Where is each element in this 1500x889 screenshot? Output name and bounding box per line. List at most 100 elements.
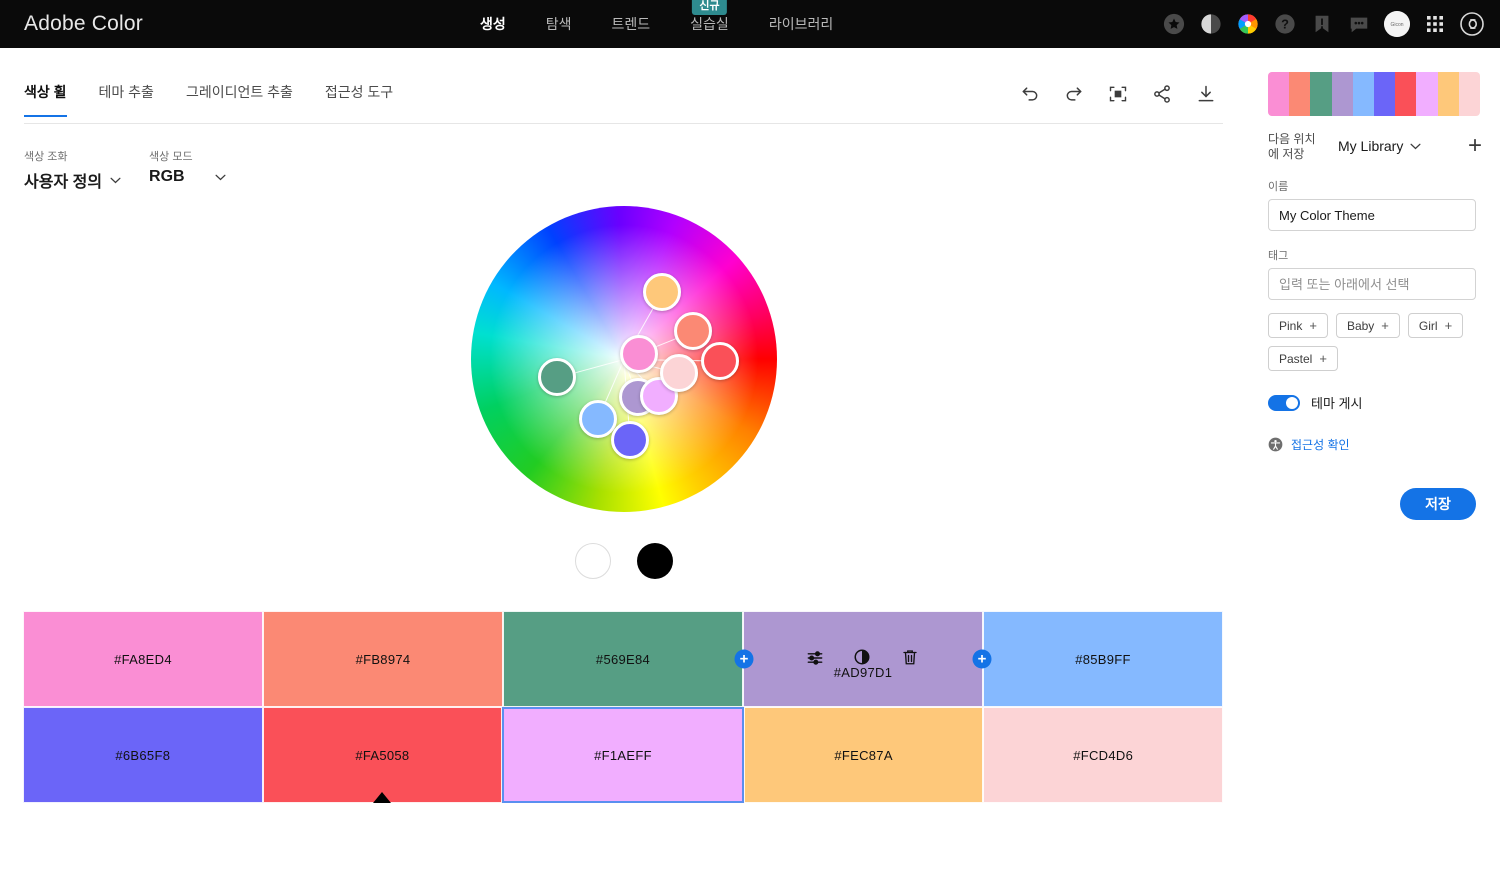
publish-theme-row: 테마 게시 bbox=[1268, 393, 1482, 412]
redo-icon[interactable] bbox=[1062, 82, 1086, 106]
accessibility-check-link[interactable]: 접근성 확인 bbox=[1268, 436, 1482, 453]
notification-icon[interactable] bbox=[1310, 12, 1334, 36]
save-to-line2: 에 저장 bbox=[1268, 147, 1305, 161]
harmony-value: 사용자 정의 bbox=[24, 174, 103, 191]
save-button[interactable]: 저장 bbox=[1400, 488, 1476, 520]
swatch-row-2: #6B65F8 #FA5058 #F1AEFF #FEC87A #FCD4D6 bbox=[23, 707, 1223, 803]
tag-suggestions: Pink + Baby + Girl + Pastel + bbox=[1268, 313, 1480, 371]
color-swatch[interactable]: #FB8974 bbox=[263, 611, 503, 707]
strip-color bbox=[1331, 72, 1353, 116]
nav-label: 실습실 bbox=[690, 16, 729, 32]
active-swatch-marker bbox=[373, 792, 392, 803]
tags-label: 태그 bbox=[1268, 250, 1289, 262]
swatch-grid: #FA8ED4 #FB8974 #569E84 + + #AD97D1 #85B9FF #6… bbox=[23, 611, 1223, 803]
fullscreen-icon[interactable] bbox=[1106, 82, 1130, 106]
color-swatch[interactable]: #FA8ED4 bbox=[23, 611, 263, 707]
delete-icon[interactable] bbox=[901, 648, 921, 668]
accessibility-check-text: 접근성 확인 bbox=[1291, 438, 1350, 452]
theme-name-input[interactable] bbox=[1268, 199, 1476, 231]
tag-label: Baby bbox=[1346, 318, 1375, 333]
strip-color bbox=[1352, 72, 1375, 116]
strip-color bbox=[1437, 72, 1459, 116]
add-library-button[interactable]: + bbox=[1468, 134, 1482, 158]
publish-theme-toggle[interactable] bbox=[1268, 394, 1300, 411]
color-swatch[interactable]: #FEC87A bbox=[743, 707, 984, 803]
swatch-hex-label: #FB8974 bbox=[355, 651, 411, 667]
wheel-handle-fec87a[interactable] bbox=[643, 272, 682, 311]
wheel-handle-fcd4d6[interactable] bbox=[660, 353, 699, 392]
header-divider bbox=[24, 123, 1223, 124]
share-icon[interactable] bbox=[1150, 82, 1174, 106]
swatch-actions bbox=[744, 648, 982, 668]
mode-value: RGB bbox=[149, 168, 185, 185]
add-swatch-button-left[interactable]: + bbox=[734, 649, 754, 669]
editor-tools bbox=[1018, 82, 1218, 106]
color-wheel[interactable] bbox=[471, 206, 777, 512]
wheel-handle-569e84[interactable] bbox=[537, 358, 576, 397]
avatar[interactable]: Gicon bbox=[1384, 11, 1410, 37]
harmony-label: 색상 조화 bbox=[24, 151, 68, 163]
color-swatch[interactable]: #FA5058 bbox=[262, 707, 503, 803]
tab-accessibility-tools[interactable]: 접근성 도구 bbox=[325, 82, 393, 117]
undo-icon[interactable] bbox=[1018, 82, 1042, 106]
tab-extract-gradient[interactable]: 그레이디언트 추출 bbox=[186, 82, 293, 117]
tab-extract-theme[interactable]: 테마 추출 bbox=[99, 82, 154, 117]
main-navigation: 생성 탐색 트렌드 신규 실습실 라이브러리 bbox=[480, 0, 833, 48]
library-select[interactable]: My Library bbox=[1338, 138, 1421, 154]
library-name: My Library bbox=[1338, 138, 1404, 154]
nav-item-trends[interactable]: 트렌드 bbox=[612, 14, 651, 34]
wheel-handle-fa8ed4[interactable] bbox=[620, 335, 659, 374]
strip-color bbox=[1310, 72, 1332, 116]
creative-cloud-icon[interactable] bbox=[1460, 12, 1484, 36]
wheel-handle-85b9ff[interactable] bbox=[578, 399, 617, 438]
color-wheel-icon[interactable] bbox=[1236, 12, 1260, 36]
contrast-icon[interactable] bbox=[1199, 12, 1223, 36]
wheel-controls: 색상 조화 사용자 정의 색상 모드 RGB bbox=[24, 148, 226, 192]
nav-label: 라이브러리 bbox=[768, 16, 834, 32]
tag-chip[interactable]: Pastel + bbox=[1268, 346, 1338, 371]
white-base-swatch[interactable] bbox=[575, 543, 611, 579]
harmony-select-block: 색상 조화 사용자 정의 bbox=[24, 148, 121, 192]
color-swatch[interactable]: #569E84 bbox=[503, 611, 743, 707]
contrast-icon[interactable] bbox=[853, 648, 873, 668]
color-swatch[interactable]: #85B9FF bbox=[983, 611, 1223, 707]
nav-item-library[interactable]: 라이브러리 bbox=[769, 14, 833, 34]
nav-item-explore[interactable]: 탐색 bbox=[546, 14, 572, 34]
color-swatch[interactable]: #FCD4D6 bbox=[983, 707, 1223, 803]
swatch-hex-label: #F1AEFF bbox=[594, 747, 652, 763]
add-swatch-button-right[interactable]: + bbox=[972, 649, 992, 669]
tag-chip[interactable]: Baby + bbox=[1335, 313, 1400, 338]
wheel-handle-fa5058[interactable] bbox=[701, 341, 740, 380]
tag-chip[interactable]: Pink + bbox=[1268, 313, 1328, 338]
accessibility-icon bbox=[1268, 437, 1283, 452]
publish-theme-label: 테마 게시 bbox=[1311, 396, 1363, 411]
tags-input[interactable] bbox=[1268, 268, 1476, 300]
nav-item-labs[interactable]: 신규 실습실 bbox=[690, 0, 729, 34]
chat-icon[interactable] bbox=[1347, 12, 1371, 36]
help-icon[interactable]: ? bbox=[1273, 12, 1297, 36]
swatch-hex-label: #85B9FF bbox=[1075, 651, 1131, 667]
wheel-handle-6b65f8[interactable] bbox=[611, 421, 650, 460]
tag-add-icon: + bbox=[1444, 318, 1453, 333]
theme-preview-strip bbox=[1268, 72, 1480, 116]
harmony-select[interactable]: 사용자 정의 bbox=[24, 168, 121, 192]
apps-grid-icon[interactable] bbox=[1423, 12, 1447, 36]
save-panel: 다음 위치 에 저장 My Library + 이름 태그 Pink + Baby +… bbox=[1268, 72, 1482, 520]
brand-title: Adobe Color bbox=[24, 12, 143, 35]
color-swatch[interactable]: + + #AD97D1 bbox=[734, 611, 992, 707]
tag-chip[interactable]: Girl + bbox=[1407, 313, 1464, 338]
mode-select[interactable]: RGB bbox=[149, 168, 226, 186]
black-base-swatch[interactable] bbox=[637, 543, 673, 579]
nav-item-create[interactable]: 생성 bbox=[480, 14, 506, 34]
download-icon[interactable] bbox=[1194, 82, 1218, 106]
color-swatch[interactable]: #F1AEFF bbox=[502, 707, 744, 803]
color-swatch[interactable]: #6B65F8 bbox=[23, 707, 263, 803]
mode-label: 색상 모드 bbox=[149, 151, 193, 163]
swatch-hex-label: #FEC87A bbox=[834, 747, 893, 763]
chevron-down-icon bbox=[215, 174, 226, 180]
adjust-sliders-icon[interactable] bbox=[805, 648, 825, 668]
swatch-hex-label: #6B65F8 bbox=[115, 747, 171, 763]
tab-color-wheel[interactable]: 색상 휠 bbox=[24, 82, 67, 117]
wheel-handle-fb8974[interactable] bbox=[673, 312, 712, 351]
star-badge-icon[interactable] bbox=[1162, 12, 1186, 36]
